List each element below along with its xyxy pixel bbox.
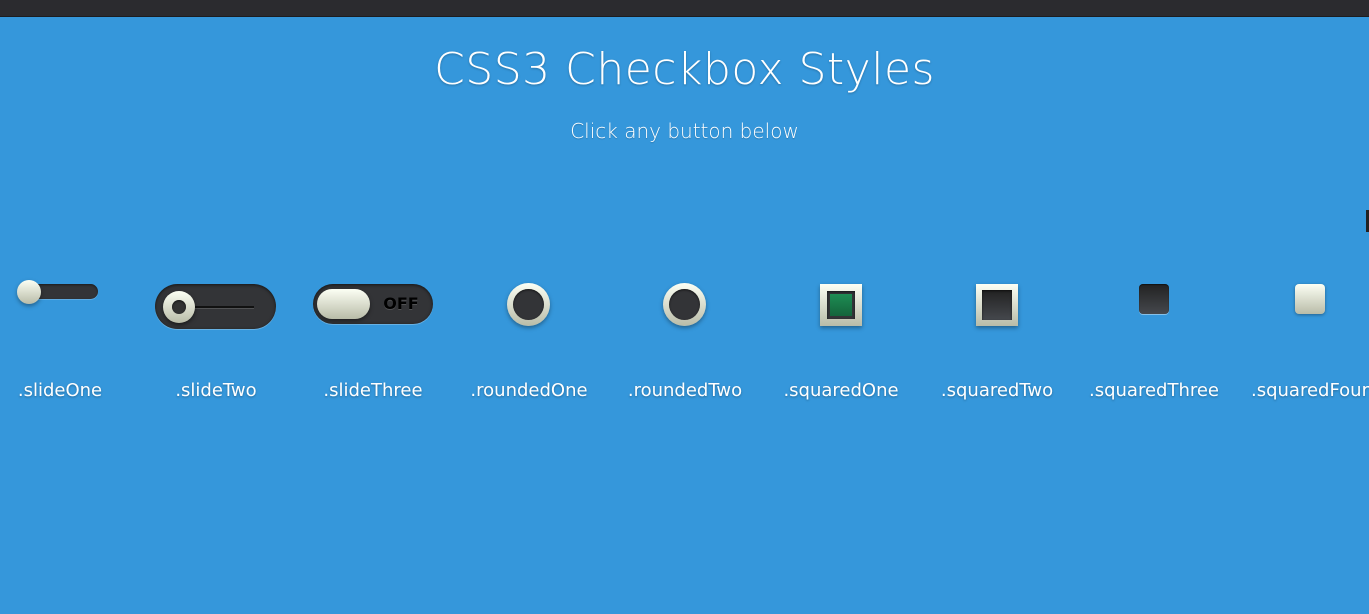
page-subtitle: Click any button below: [570, 119, 799, 143]
slide-knob[interactable]: [17, 280, 41, 304]
checked-fill-icon: [830, 294, 852, 316]
label-squaredThree: .squaredThree: [1088, 380, 1220, 401]
label-slideTwo: .slideTwo: [175, 380, 257, 401]
slide-line: [190, 306, 254, 308]
label-squaredTwo: .squaredTwo: [940, 380, 1054, 401]
label-slideThree: .slideThree: [323, 380, 423, 401]
square-box[interactable]: [1139, 284, 1169, 314]
round-well: [513, 289, 544, 320]
label-slideOne: .slideOne: [17, 380, 103, 401]
label-squaredFour: .squaredFour: [1250, 380, 1369, 401]
square-box[interactable]: [1295, 284, 1325, 314]
slide-knob[interactable]: [317, 289, 370, 319]
label-roundedTwo: .roundedTwo: [627, 380, 743, 401]
page-title: CSS3 Checkbox Styles: [434, 44, 935, 95]
slide-state-text: OFF: [383, 294, 419, 313]
label-squaredOne: .squaredOne: [783, 380, 899, 401]
square-well: [982, 290, 1012, 320]
round-well: [669, 289, 700, 320]
label-roundedOne: .roundedOne: [470, 380, 588, 401]
browser-top-bar: [0, 0, 1369, 17]
knob-dot-icon: [172, 300, 186, 314]
